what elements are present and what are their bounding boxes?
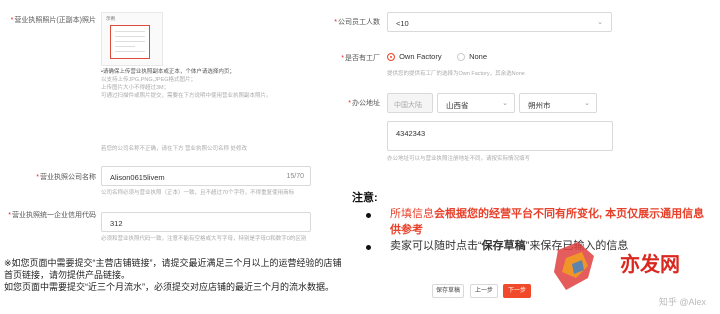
note-line-2-b: 保存草稿 <box>481 240 526 252</box>
next-button[interactable]: 下一步 <box>503 284 531 298</box>
note-line-1-rest: 会根据您的经营平台不同有所变化, 本页仅展示通用信息供参考 <box>390 208 705 236</box>
factory-hint: 提供您的提供有工厂的选择为Own Factory，其余选None <box>387 71 525 77</box>
company-size-select[interactable]: <10 ⌄ <box>387 12 612 32</box>
note-line-1: 所填信息会根据您的经营平台不同有所变化, 本页仅展示通用信息供参考 <box>390 206 714 238</box>
upload-tips: •请确保上传营业执照副本或正本，个体户请选择内页； 以支持上传JPG,PNG,J… <box>101 68 311 100</box>
chevron-down-icon: ⌄ <box>502 100 508 107</box>
city-value: 朔州市 <box>528 101 551 110</box>
logo-icon <box>554 242 594 290</box>
prev-button[interactable]: 上一步 <box>470 284 498 298</box>
license-preview-image[interactable]: 示例 <box>101 12 163 66</box>
radio-checked-icon <box>387 53 395 62</box>
company-size-value: <10 <box>396 19 409 28</box>
bottom-note: ※如您页面中需要提交“主营店铺链接”，请提交最近满足三个月以上的运营经验的店铺首… <box>4 258 342 292</box>
license-photo-label: *营业执照照片(正副本)照片 <box>10 17 96 24</box>
factory-label: *是否有工厂 <box>341 55 380 62</box>
upload-tip: 可通过扫描件或照片提交，需要在下方说明中使用营业执照副本照片。 <box>101 93 272 99</box>
address-label: *办公地址 <box>348 100 380 107</box>
country-select: 中国大陆 <box>387 93 433 113</box>
address-value: 4342343 <box>396 129 426 138</box>
city-select[interactable]: 朔州市 ⌄ <box>519 93 597 113</box>
address-textarea[interactable]: 4342343 <box>387 121 613 151</box>
company-name-label: *营业执照公司名称 <box>36 174 96 181</box>
radio-unchecked-icon <box>457 53 465 62</box>
country-value: 中国大陆 <box>394 102 422 109</box>
save-draft-button[interactable]: 保存草稿 <box>432 284 464 298</box>
bullet-icon <box>366 245 371 250</box>
bullet-icon <box>366 213 371 218</box>
logo-text: 亦发网 <box>620 252 680 276</box>
province-value: 山西省 <box>446 101 469 110</box>
char-counter: 15/70 <box>286 173 304 180</box>
upload-tip: 上传图片大小不得超过3M； <box>101 85 170 91</box>
note-title: 注意: <box>352 192 378 204</box>
address-hint: 办公地址可以与营业执照注册地址不同，请按实际情况填写 <box>387 156 531 162</box>
note-line-2-a: 卖家可以随时点击“ <box>390 240 482 252</box>
factory-option-yes-label: Own Factory <box>399 52 442 61</box>
company-name-value: Alison0615livem <box>110 173 165 182</box>
preview-caption: 示例 <box>106 16 115 21</box>
watermark-text: 知乎 @Alex <box>658 297 706 307</box>
factory-radio-yes[interactable]: Own Factory <box>387 52 442 62</box>
factory-option-no-label: None <box>469 52 488 61</box>
credit-code-input[interactable]: 312 <box>101 212 311 232</box>
license-name-hint: 若您的公司名称不正确，请在下方 营业执照公司名称 处修改 <box>101 146 248 152</box>
credit-code-hint: 必须和营业执照代码一致，注意不能有空格或大写字母，特别是字母O和数字0的区别 <box>101 236 307 242</box>
company-name-input[interactable]: Alison0615livem 15/70 <box>101 166 311 186</box>
chevron-down-icon: ⌄ <box>597 19 603 26</box>
province-select[interactable]: 山西省 ⌄ <box>437 93 515 113</box>
note-line-1-red: 所填信息 <box>390 208 434 220</box>
factory-radio-no[interactable]: None <box>457 52 488 62</box>
license-highlight-frame <box>110 25 150 59</box>
upload-tip: •请确保上传营业执照副本或正本，个体户请选择内页； <box>101 69 235 75</box>
company-size-label: *公司员工人数 <box>334 19 380 26</box>
company-name-hint: 公司名称必须与营业执照（正本）一致，且不超过70个字符，不得重复使用商标 <box>101 190 295 196</box>
chevron-down-icon: ⌄ <box>584 100 590 107</box>
credit-code-value: 312 <box>110 219 123 228</box>
upload-tip: 以支持上传JPG,PNG,JPEG格式图片； <box>101 77 197 83</box>
credit-code-label: *营业执照统一企业信用代码 <box>8 212 96 219</box>
